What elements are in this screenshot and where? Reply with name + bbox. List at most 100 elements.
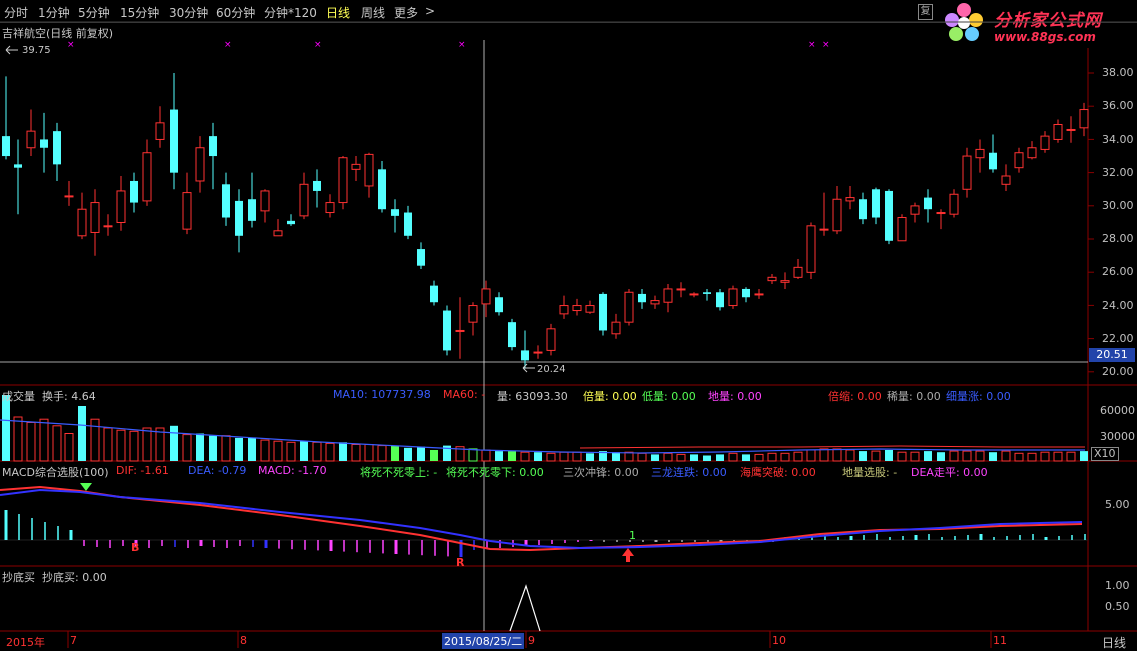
ma60-value: MA60: -: [443, 388, 486, 401]
candle-body: [235, 200, 243, 236]
volume-bar: [377, 445, 387, 462]
candle-body: [949, 193, 959, 215]
volume-bar: [534, 452, 542, 461]
date-label: 11: [993, 634, 1007, 647]
volume-bar: [300, 441, 308, 461]
volume-bar: [767, 452, 777, 462]
candle-body: [559, 305, 569, 315]
signal-7: DEA走平: 0.00: [911, 466, 988, 479]
xiliang-value: 稀量: 0.00: [887, 390, 941, 403]
candle-body: [430, 285, 438, 303]
candle-body: [417, 249, 425, 266]
volume-bar: [468, 448, 478, 462]
bottom-signal-spike: [509, 584, 541, 632]
candle-body: [872, 189, 880, 218]
bottom-axis-tick: 0.50: [1105, 600, 1130, 613]
candle-body: [325, 202, 335, 214]
price-axis-tick: 28.00: [1102, 232, 1134, 245]
candle-body: [521, 350, 529, 361]
candle-body: [989, 152, 997, 170]
volume-bar: [572, 451, 582, 462]
volume-bar: [832, 448, 842, 462]
candle-body: [780, 280, 790, 283]
volume-bar: [989, 452, 997, 461]
volume-title: 成交量: [2, 390, 35, 403]
volume-bar: [495, 451, 503, 461]
period-indicator[interactable]: 日线: [1102, 634, 1126, 651]
candle-body: [546, 328, 556, 351]
volume-bar: [1053, 451, 1063, 462]
xizhang-value: 细量涨: 0.00: [946, 390, 1011, 403]
price-axis-tick: 36.00: [1102, 99, 1134, 112]
signal-mark: ×: [224, 40, 232, 50]
volume-bar: [430, 450, 438, 461]
volume-bar: [142, 427, 152, 462]
di-value: 低量: 0.00: [642, 390, 696, 403]
candle-body: [222, 184, 230, 218]
bottom-value: 抄底买: 0.00: [42, 571, 107, 584]
volume-bar: [312, 441, 322, 462]
signal-1: 将死不死零上: -: [360, 466, 438, 479]
macd-dea-line: [0, 488, 1083, 550]
candle-body: [819, 228, 829, 231]
volume-ma60-line: [579, 445, 1085, 449]
volume-bar: [975, 450, 985, 462]
candle-body: [676, 288, 686, 291]
volume-bar: [871, 450, 881, 462]
candle-body: [378, 169, 386, 210]
volume-bar: [404, 447, 412, 461]
volume-bar: [116, 429, 126, 462]
candle-body: [273, 230, 283, 237]
volume-bar: [26, 422, 36, 462]
price-axis-tick: 22.00: [1102, 332, 1134, 345]
candle-body: [77, 208, 87, 237]
candle-body: [754, 293, 764, 296]
volume-bar: [235, 437, 243, 461]
macd-axis-tick: 5.00: [1105, 498, 1130, 511]
volume-bar: [690, 454, 698, 461]
candle-body: [116, 190, 126, 223]
volume-bar: [1080, 451, 1088, 461]
candle-body: [508, 322, 516, 348]
candle-body: [53, 131, 61, 165]
candle-body: [443, 310, 451, 351]
volume-value: 量: 63093.30: [497, 390, 568, 403]
candle-body: [248, 199, 256, 221]
candle-body: [832, 198, 842, 232]
volume-bar: [586, 453, 594, 461]
volume-bar: [39, 418, 49, 462]
candle-body: [962, 155, 972, 190]
signal-mark: ×: [808, 40, 816, 50]
volume-bar: [910, 451, 920, 462]
candle-body: [663, 288, 673, 303]
candle-body: [2, 136, 10, 157]
signal-4: 三龙连跌: 0.00: [651, 466, 727, 479]
candle-body: [495, 297, 503, 313]
macd-b-marker: B: [131, 541, 140, 554]
candle-body: [155, 122, 165, 140]
candle-body: [130, 180, 138, 203]
candle-body: [404, 212, 412, 236]
candle-body: [351, 163, 361, 170]
volume-bar: [559, 451, 569, 462]
volume-bar: [546, 452, 556, 462]
candle-body: [364, 153, 374, 187]
candle-body: [689, 293, 699, 296]
price-axis-tick: 38.00: [1102, 66, 1134, 79]
candle-body: [209, 136, 217, 157]
candle-body: [287, 220, 295, 225]
stock-chart[interactable]: × × × × × ×: [0, 0, 1137, 648]
signal-3: 三次冲锋: 0.00: [563, 466, 639, 479]
candle-body: [299, 183, 309, 217]
date-label: 9: [528, 634, 535, 647]
dif-value: DIF: -1.61: [116, 464, 169, 477]
macd-value: MACD: -1.70: [258, 464, 327, 477]
volume-bar: [780, 452, 790, 462]
volume-bar: [949, 450, 959, 462]
candle-body: [142, 152, 152, 202]
date-label: 8: [240, 634, 247, 647]
candle-body: [1040, 135, 1050, 150]
candle-body: [806, 225, 816, 273]
volume-axis-tick: 30000: [1100, 430, 1135, 443]
volume-bar: [962, 450, 972, 462]
